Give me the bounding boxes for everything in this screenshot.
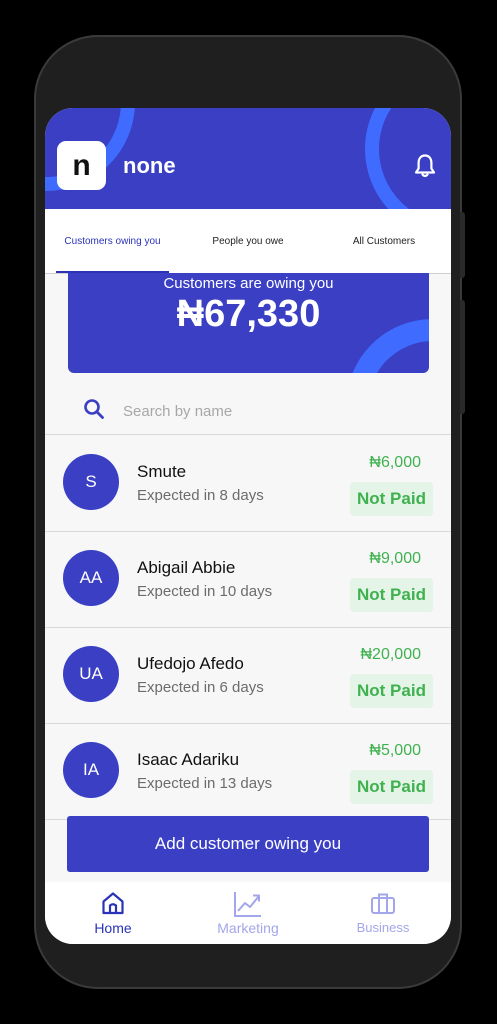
nav-label-marketing: Marketing	[217, 920, 279, 936]
app-screen: n none Customers owing you People you ow…	[45, 108, 451, 944]
customer-row[interactable]: S Smute Expected in 8 days ₦6,000 Not Pa…	[45, 435, 451, 532]
payment-status-badge: Not Paid	[350, 770, 433, 804]
summary-label: Customers are owing you	[163, 275, 334, 292]
tab-customers-owing-you[interactable]: Customers owing you	[56, 209, 169, 273]
header-decoration-arc	[365, 108, 451, 209]
bell-icon[interactable]	[413, 153, 437, 179]
customer-name: Ufedojo Afedo	[137, 654, 244, 673]
briefcase-icon	[371, 893, 395, 914]
customer-amount: ₦6,000	[369, 454, 421, 471]
payment-status-badge: Not Paid	[350, 674, 433, 708]
nav-item-marketing[interactable]: Marketing	[188, 882, 308, 944]
customer-avatar: AA	[63, 550, 119, 606]
trending-up-icon	[234, 892, 261, 917]
customer-row[interactable]: IA Isaac Adariku Expected in 13 days ₦5,…	[45, 723, 451, 820]
customer-avatar: S	[63, 454, 119, 510]
customer-row[interactable]: AA Abigail Abbie Expected in 10 days ₦9,…	[45, 531, 451, 628]
customer-amount: ₦20,000	[360, 646, 422, 663]
tab-all-customers[interactable]: All Customers	[331, 209, 437, 273]
business-logo: n	[57, 141, 106, 190]
tab-people-you-owe[interactable]: People you owe	[193, 209, 303, 273]
customer-expected-date: Expected in 13 days	[137, 775, 273, 792]
nav-label-business: Business	[356, 920, 410, 935]
customer-name: Abigail Abbie	[137, 558, 236, 577]
customer-avatar: UA	[63, 646, 119, 702]
app-header: n none	[45, 108, 451, 209]
nav-label-home: Home	[94, 920, 132, 936]
customer-expected-date: Expected in 8 days	[137, 487, 264, 504]
customer-expected-date: Expected in 6 days	[137, 679, 264, 696]
search-bar	[45, 388, 451, 435]
customer-avatar: IA	[63, 742, 119, 798]
customer-name: Smute	[137, 462, 187, 481]
payment-status-badge: Not Paid	[350, 578, 433, 612]
customer-name: Isaac Adariku	[137, 750, 240, 769]
customer-amount: ₦5,000	[369, 742, 421, 759]
nav-item-home[interactable]: Home	[53, 882, 173, 944]
search-input[interactable]	[121, 396, 425, 426]
payment-status-badge: Not Paid	[350, 482, 433, 516]
search-icon[interactable]	[83, 398, 105, 420]
summary-total-amount: ₦67,330	[176, 293, 321, 335]
business-name: none	[123, 153, 176, 178]
owed-summary-card: Customers are owing you ₦67,330	[68, 273, 429, 373]
power-button	[460, 300, 465, 414]
tab-bar: Customers owing you People you owe All C…	[45, 209, 451, 274]
customer-amount: ₦9,000	[369, 550, 421, 567]
customer-row[interactable]: UA Ufedojo Afedo Expected in 6 days ₦20,…	[45, 627, 451, 724]
nav-item-business[interactable]: Business	[323, 882, 443, 944]
bottom-nav: Home Marketing Business	[45, 882, 451, 944]
add-customer-owing-button[interactable]: Add customer owing you	[67, 816, 429, 872]
customer-expected-date: Expected in 10 days	[137, 583, 273, 600]
home-icon	[102, 892, 124, 915]
volume-button	[460, 212, 465, 278]
